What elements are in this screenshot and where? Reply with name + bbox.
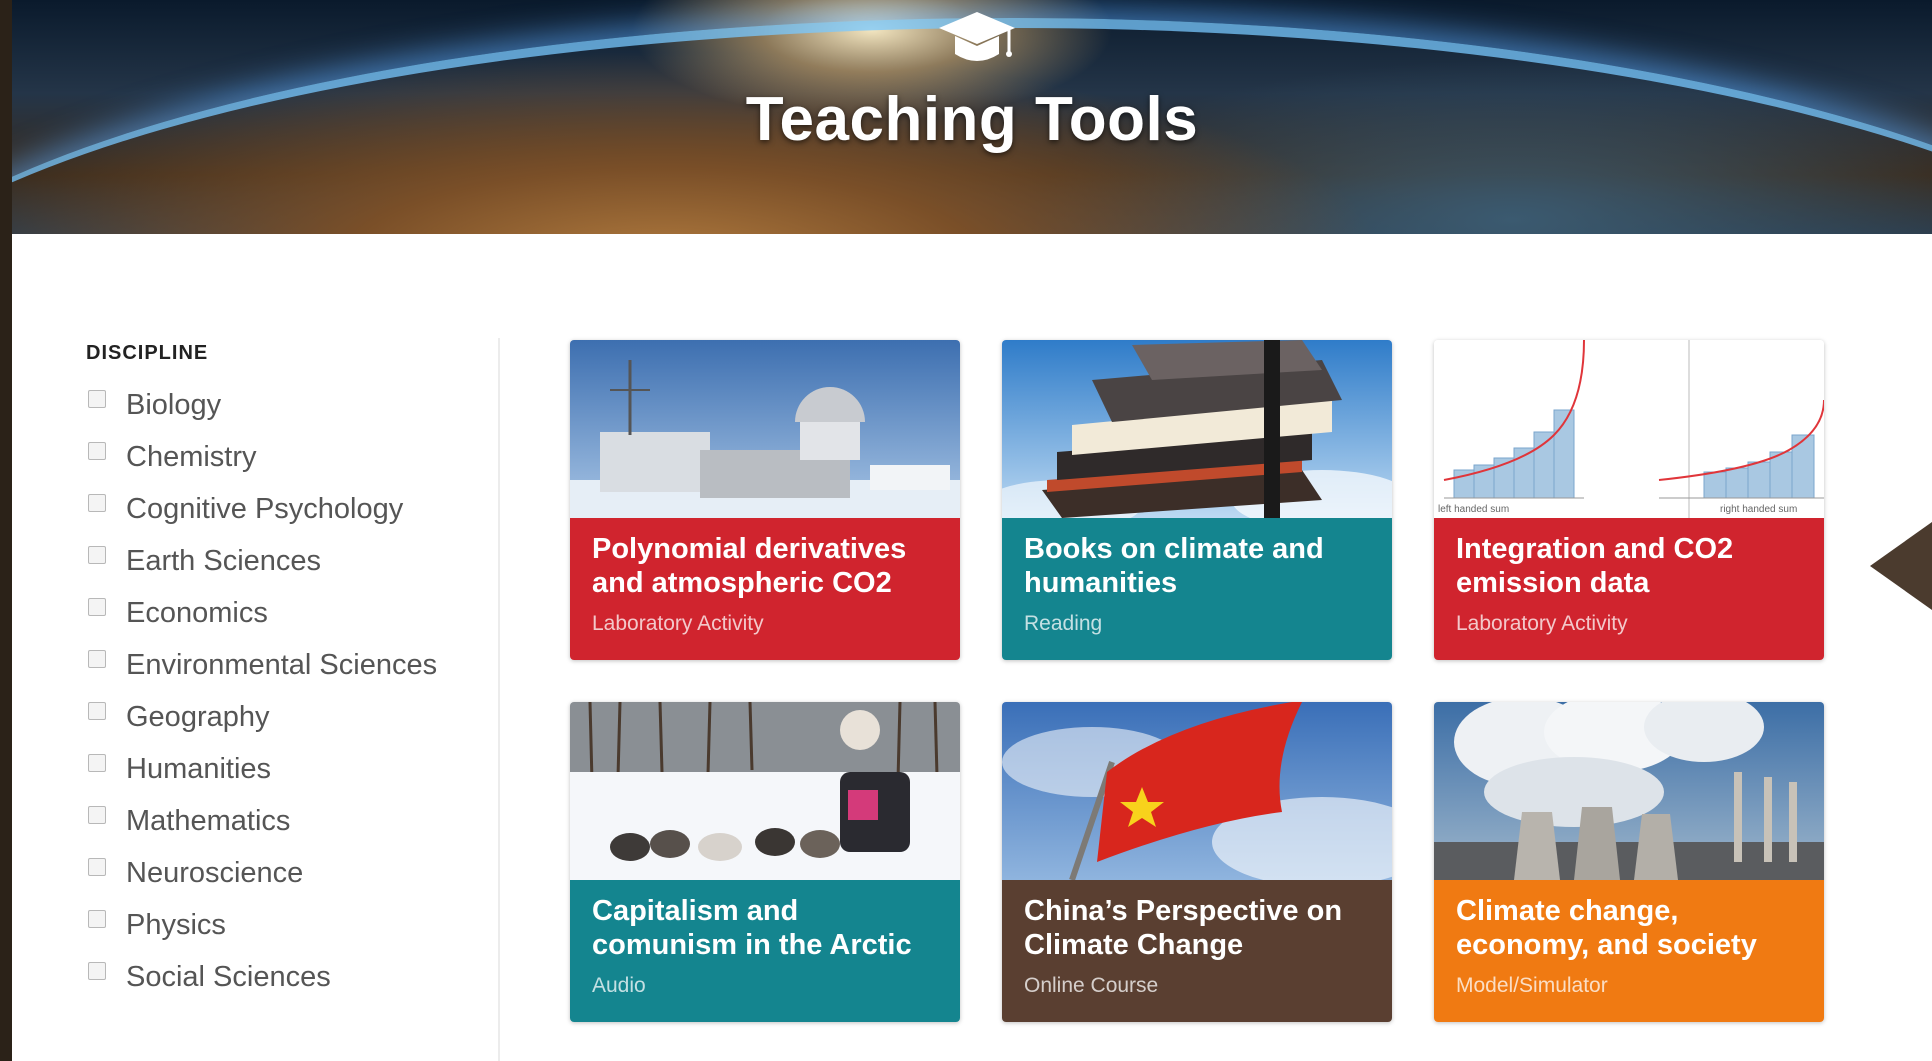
filter-earth-sciences[interactable]: Earth Sciences <box>86 535 486 587</box>
card-title: Books on climate and humanities <box>1024 533 1324 599</box>
card-caption: Capitalism and comunism in the Arctic Au… <box>570 880 960 1022</box>
tool-card-climate-economy[interactable]: Climate change, economy, and society Mod… <box>1434 702 1824 1022</box>
filter-neuroscience[interactable]: Neuroscience <box>86 847 486 899</box>
left-caption: left handed sum <box>1438 504 1509 515</box>
filter-label: Social Sciences <box>126 960 331 993</box>
filter-geography[interactable]: Geography <box>86 691 486 743</box>
card-image-riemann-sums: left handed sum right handed sum <box>1434 340 1824 518</box>
card-title: China’s Perspective on Climate Change <box>1024 895 1343 961</box>
checkbox[interactable] <box>88 754 106 772</box>
card-caption: Books on climate and humanities Reading <box>1002 518 1392 660</box>
card-image-dog-sled <box>570 702 960 880</box>
right-caption: right handed sum <box>1720 504 1797 515</box>
card-type: Model/Simulator <box>1456 974 1608 997</box>
filter-label: Earth Sciences <box>126 544 322 577</box>
filter-label: Biology <box>126 388 222 421</box>
filter-label: Cognitive Psychology <box>126 492 404 525</box>
checkbox[interactable] <box>88 858 106 876</box>
tool-card-polynomial-derivatives[interactable]: Polynomial derivatives and atmospheric C… <box>570 340 960 660</box>
filter-label: Geography <box>126 700 270 733</box>
filter-label: Neuroscience <box>126 856 304 889</box>
card-caption: Climate change, economy, and society Mod… <box>1434 880 1824 1022</box>
checkbox[interactable] <box>88 910 106 928</box>
card-caption: Integration and CO2 emission data Labora… <box>1434 518 1824 660</box>
card-image-power-plant <box>1434 702 1824 880</box>
filter-label: Mathematics <box>126 804 291 837</box>
card-type: Audio <box>592 974 646 997</box>
checkbox[interactable] <box>88 598 106 616</box>
discipline-filter: DISCIPLINE Biology Chemistry Cognitive P… <box>86 342 486 1003</box>
card-type: Laboratory Activity <box>592 612 764 635</box>
sidebar-divider <box>498 338 500 1061</box>
card-type: Laboratory Activity <box>1456 612 1628 635</box>
filter-economics[interactable]: Economics <box>86 587 486 639</box>
tool-card-capitalism-arctic[interactable]: Capitalism and comunism in the Arctic Au… <box>570 702 960 1022</box>
hero-banner: Teaching Tools <box>12 0 1932 234</box>
card-image-observatory <box>570 340 960 518</box>
page-title: Teaching Tools <box>745 85 1199 154</box>
card-caption: China’s Perspective on Climate Change On… <box>1002 880 1392 1022</box>
filter-label: Chemistry <box>126 440 257 473</box>
filter-environmental-sciences[interactable]: Environmental Sciences <box>86 639 486 691</box>
graduation-cap-icon <box>939 12 1015 61</box>
card-type: Online Course <box>1024 974 1159 997</box>
checkbox[interactable] <box>88 494 106 512</box>
card-title: Polynomial derivatives and atmospheric C… <box>592 533 907 599</box>
card-image-books <box>1002 340 1392 518</box>
checkbox[interactable] <box>88 962 106 980</box>
filter-label: Physics <box>126 908 226 941</box>
checkbox[interactable] <box>88 650 106 668</box>
filter-biology[interactable]: Biology <box>86 379 486 431</box>
filter-chemistry[interactable]: Chemistry <box>86 431 486 483</box>
checkbox[interactable] <box>88 390 106 408</box>
filter-label: Humanities <box>126 752 272 785</box>
filter-humanities[interactable]: Humanities <box>86 743 486 795</box>
checkbox[interactable] <box>88 702 106 720</box>
checkbox[interactable] <box>88 546 106 564</box>
filter-label: Economics <box>126 596 268 629</box>
card-image-china-flag <box>1002 702 1392 880</box>
card-title: Integration and CO2 emission data <box>1456 533 1734 599</box>
tool-card-china-perspective[interactable]: China’s Perspective on Climate Change On… <box>1002 702 1392 1022</box>
tool-card-integration-co2[interactable]: left handed sum right handed sum Integra… <box>1434 340 1824 660</box>
card-caption: Polynomial derivatives and atmospheric C… <box>570 518 960 660</box>
filter-heading: DISCIPLINE <box>86 342 209 364</box>
checkbox[interactable] <box>88 806 106 824</box>
filter-mathematics[interactable]: Mathematics <box>86 795 486 847</box>
triangle-left-icon[interactable] <box>1870 522 1932 610</box>
filter-cognitive-psychology[interactable]: Cognitive Psychology <box>86 483 486 535</box>
card-title: Climate change, economy, and society <box>1456 895 1757 961</box>
card-title: Capitalism and comunism in the Arctic <box>592 895 912 961</box>
card-type: Reading <box>1024 612 1103 635</box>
filter-label: Environmental Sciences <box>126 648 438 681</box>
tool-card-books-climate[interactable]: Books on climate and humanities Reading <box>1002 340 1392 660</box>
filter-physics[interactable]: Physics <box>86 899 486 951</box>
filter-social-sciences[interactable]: Social Sciences <box>86 951 486 1003</box>
checkbox[interactable] <box>88 442 106 460</box>
